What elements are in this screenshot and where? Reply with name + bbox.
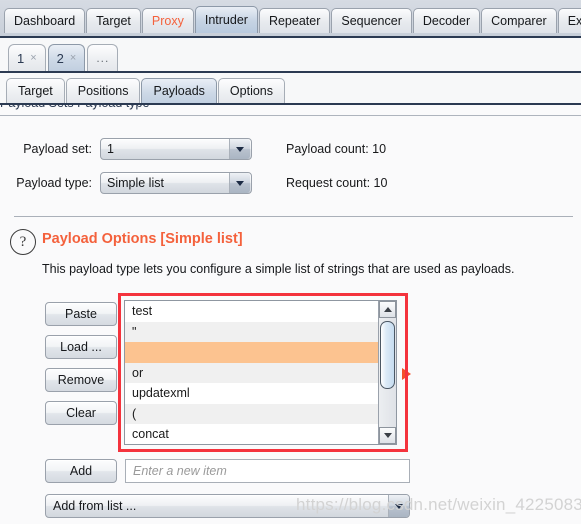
payload-list[interactable]: test " or updatexml ( concat	[124, 300, 397, 445]
list-item[interactable]: updatexml	[125, 383, 378, 404]
sub-tab-target[interactable]: Target	[6, 78, 65, 103]
list-item[interactable]: (	[125, 403, 378, 424]
request-count-label: Request count: 10	[286, 176, 388, 190]
main-tab-bar: Dashboard Target Proxy Intruder Repeater…	[0, 0, 581, 38]
main-tab-sequencer[interactable]: Sequencer	[331, 8, 412, 33]
payload-type-value: Simple list	[107, 176, 164, 190]
main-tab-dashboard[interactable]: Dashboard	[4, 8, 86, 33]
new-item-input[interactable]: Enter a new item	[125, 459, 410, 483]
payload-list-button-group: Paste Load ... Remove Clear	[45, 302, 117, 434]
list-item[interactable]: test	[125, 301, 378, 322]
payload-options-description: This payload type lets you configure a s…	[42, 262, 515, 276]
attack-tab-1[interactable]: 1 ×	[8, 44, 46, 71]
main-tab-extender[interactable]: Extend	[557, 8, 581, 33]
sub-tab-payloads[interactable]: Payloads	[141, 78, 217, 103]
paste-button[interactable]: Paste	[45, 302, 117, 326]
payload-count-label: Payload count: 10	[286, 142, 387, 156]
add-from-list-value: Add from list ...	[53, 499, 137, 513]
payload-sets-scrolled-heading: Payload Sets Payload type	[0, 105, 581, 115]
payload-type-label: Payload type:	[16, 176, 92, 190]
intruder-sub-tab-bar: Target Positions Payloads Options	[0, 73, 581, 105]
payload-sets-scrolled-text: Payload Sets Payload type	[0, 105, 149, 110]
list-item[interactable]: "	[125, 321, 378, 342]
sub-tab-positions[interactable]: Positions	[65, 78, 141, 103]
scroll-up-icon[interactable]	[379, 301, 396, 318]
burp-suite-window: Dashboard Target Proxy Intruder Repeater…	[0, 0, 581, 524]
main-tab-intruder[interactable]: Intruder	[194, 6, 258, 33]
attack-tab-list: 1 × 2 × ...	[8, 44, 120, 71]
payload-list-scrollbar[interactable]	[378, 301, 396, 444]
main-tab-proxy[interactable]: Proxy	[141, 8, 194, 33]
payload-type-row: Payload type: Simple list Request count:…	[0, 172, 387, 194]
main-tab-decoder[interactable]: Decoder	[412, 8, 481, 33]
close-icon[interactable]: ×	[70, 52, 76, 64]
payload-set-row: Payload set: 1 Payload count: 10	[0, 138, 386, 160]
payload-type-dropdown[interactable]: Simple list	[100, 172, 252, 194]
main-tab-repeater[interactable]: Repeater	[258, 8, 331, 33]
attack-tab-bar: 1 × 2 × ...	[0, 38, 581, 73]
scroll-down-icon[interactable]	[379, 427, 396, 444]
list-item[interactable]	[125, 342, 378, 363]
attack-tab-more[interactable]: ...	[87, 44, 119, 71]
payload-set-value: 1	[107, 142, 114, 156]
main-tab-comparer[interactable]: Comparer	[481, 8, 557, 33]
remove-button[interactable]: Remove	[45, 368, 117, 392]
close-icon[interactable]: ×	[30, 52, 36, 64]
list-item[interactable]: or	[125, 362, 378, 383]
annotation-arrow-icon	[402, 368, 411, 380]
main-tab-target[interactable]: Target	[86, 8, 141, 33]
add-button[interactable]: Add	[45, 459, 117, 483]
attack-tab-2-label: 2	[56, 50, 64, 66]
add-from-list-dropdown[interactable]: Add from list ...	[45, 494, 410, 518]
list-item[interactable]: concat	[125, 424, 378, 444]
new-item-placeholder: Enter a new item	[133, 464, 227, 478]
payload-set-label: Payload set:	[23, 142, 92, 156]
scrollbar-thumb[interactable]	[380, 321, 395, 389]
help-icon[interactable]: ?	[10, 229, 36, 255]
intruder-sub-tab-list: Target Positions Payloads Options	[6, 78, 286, 103]
chevron-down-icon[interactable]	[388, 495, 409, 517]
attack-tab-1-label: 1	[17, 50, 25, 66]
load-button[interactable]: Load ...	[45, 335, 117, 359]
payload-set-dropdown[interactable]: 1	[100, 138, 252, 160]
chevron-down-icon[interactable]	[229, 173, 250, 193]
attack-tab-more-label: ...	[96, 51, 110, 65]
section-divider	[14, 216, 573, 217]
main-tab-list: Dashboard Target Proxy Intruder Repeater…	[4, 6, 581, 33]
panel-top-rule	[0, 115, 581, 116]
chevron-down-icon[interactable]	[229, 139, 250, 159]
attack-tab-2[interactable]: 2 ×	[47, 44, 86, 71]
payload-options-heading: Payload Options [Simple list]	[42, 231, 243, 247]
sub-tab-options[interactable]: Options	[217, 78, 286, 103]
payload-list-items: test " or updatexml ( concat	[125, 301, 378, 444]
clear-button[interactable]: Clear	[45, 401, 117, 425]
